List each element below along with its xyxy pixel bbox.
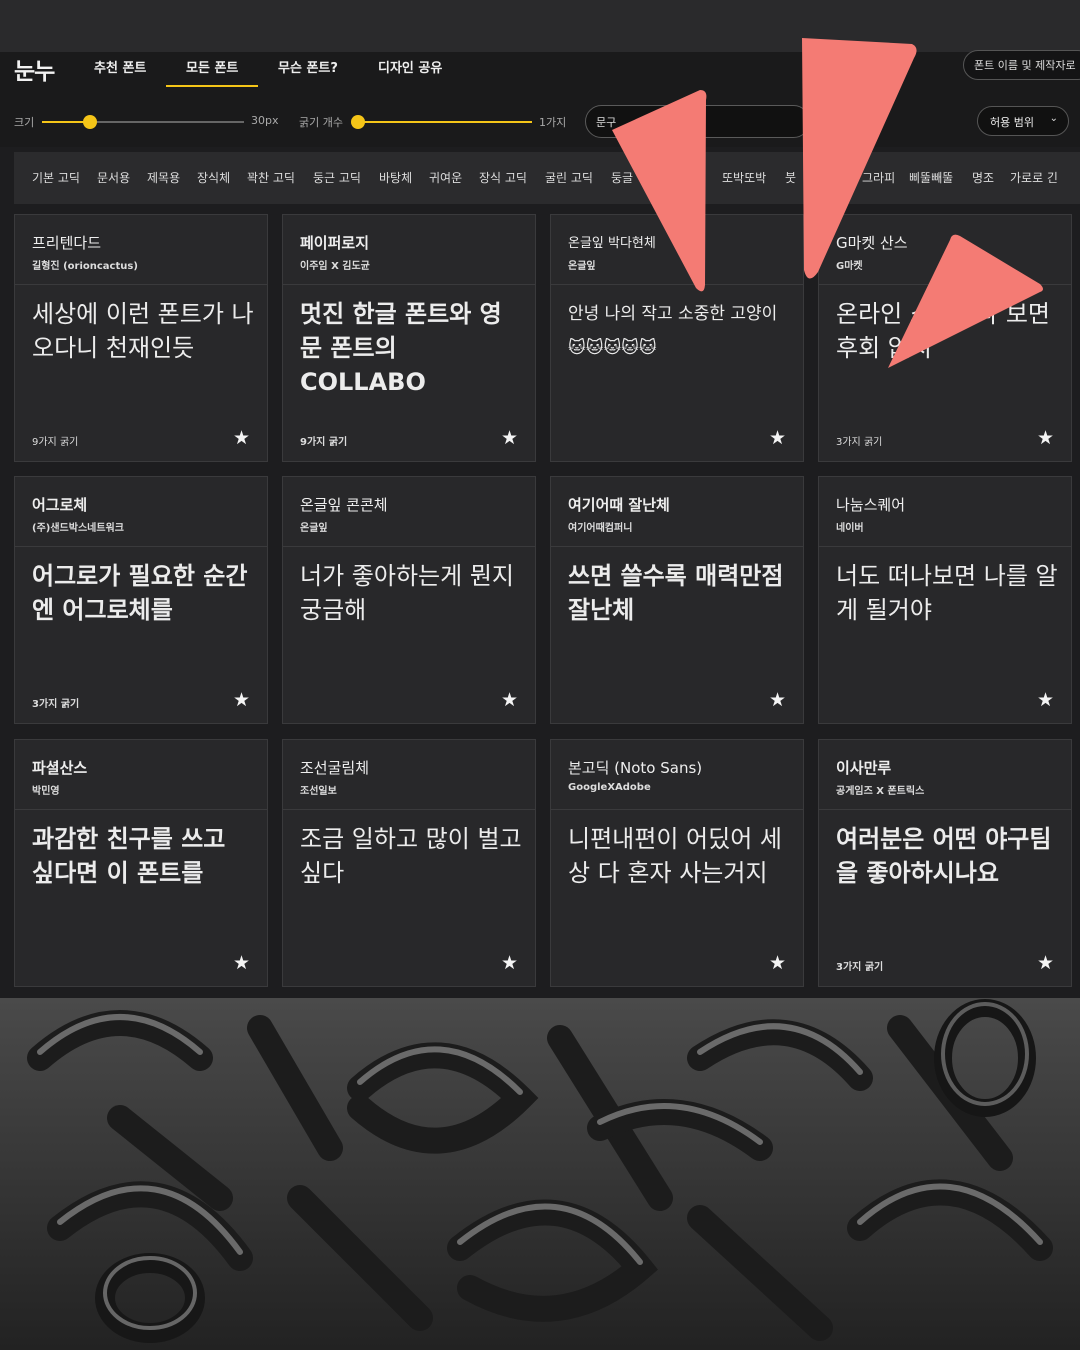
arrow-icon [612,38,1043,368]
annotation-arrows [612,38,1043,368]
